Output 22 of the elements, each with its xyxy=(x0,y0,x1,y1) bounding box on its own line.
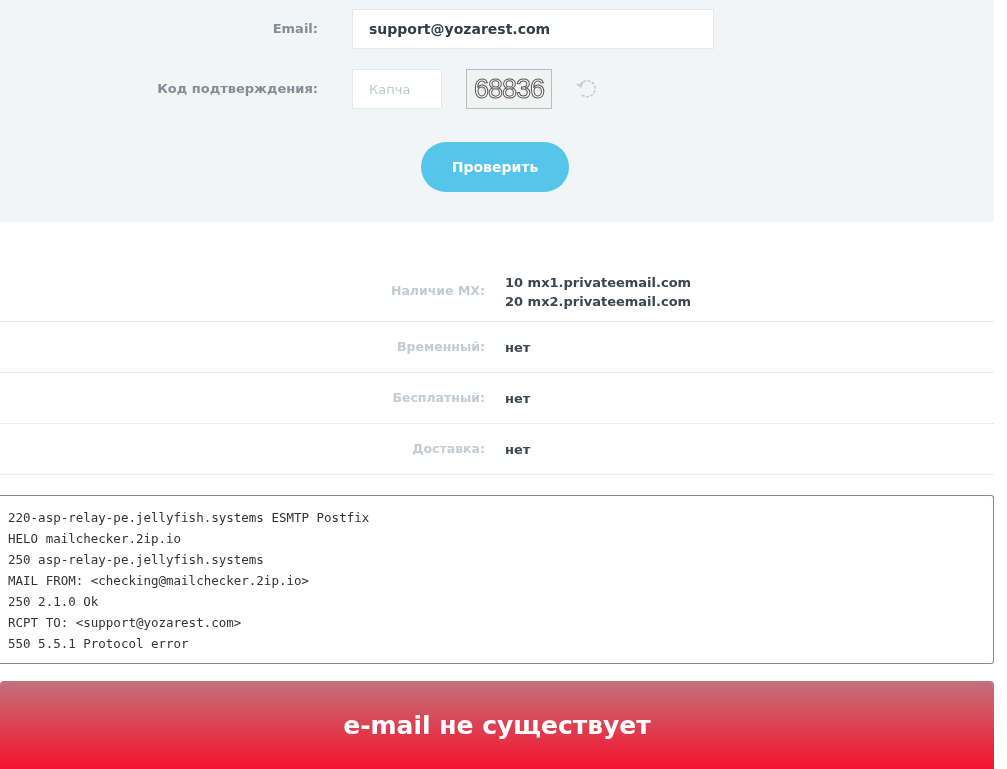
refresh-icon[interactable] xyxy=(576,78,598,100)
captcha-field[interactable]: Капча xyxy=(352,69,442,109)
result-label: Наличие MX: xyxy=(389,282,485,301)
log-line: 250 asp-relay-pe.jellyfish.systems xyxy=(8,551,265,569)
result-label: Доставка: xyxy=(411,439,485,458)
log-line: HELO mailchecker.2ip.io xyxy=(8,530,183,548)
result-value: нет xyxy=(505,338,531,357)
log-line: 250 2.1.0 Ok xyxy=(8,593,100,611)
log-line: RCPT TO: <support@yozarest.com> xyxy=(8,614,243,632)
result-value: нет xyxy=(505,440,531,459)
field-label: Код подтверждения: xyxy=(156,80,318,99)
email-field[interactable]: support@yozarest.com xyxy=(352,9,714,49)
result-value: 20 mx2.privateemail.com xyxy=(505,292,692,311)
result-label: Бесплатный: xyxy=(391,388,485,407)
result-value: нет xyxy=(505,389,531,408)
result-banner: e-mail не существует xyxy=(0,681,994,769)
result-label: Временный: xyxy=(396,337,485,356)
log-line: MAIL FROM: <checking@mailchecker.2ip.io> xyxy=(8,572,311,590)
log-line: 220-asp-relay-pe.jellyfish.systems ESMTP Postfix xyxy=(8,509,371,527)
field-label: Email: xyxy=(271,20,318,39)
log-line: 550 5.5.1 Protocol error xyxy=(8,635,190,653)
result-value: 10 mx1.privateemail.com xyxy=(505,273,692,292)
